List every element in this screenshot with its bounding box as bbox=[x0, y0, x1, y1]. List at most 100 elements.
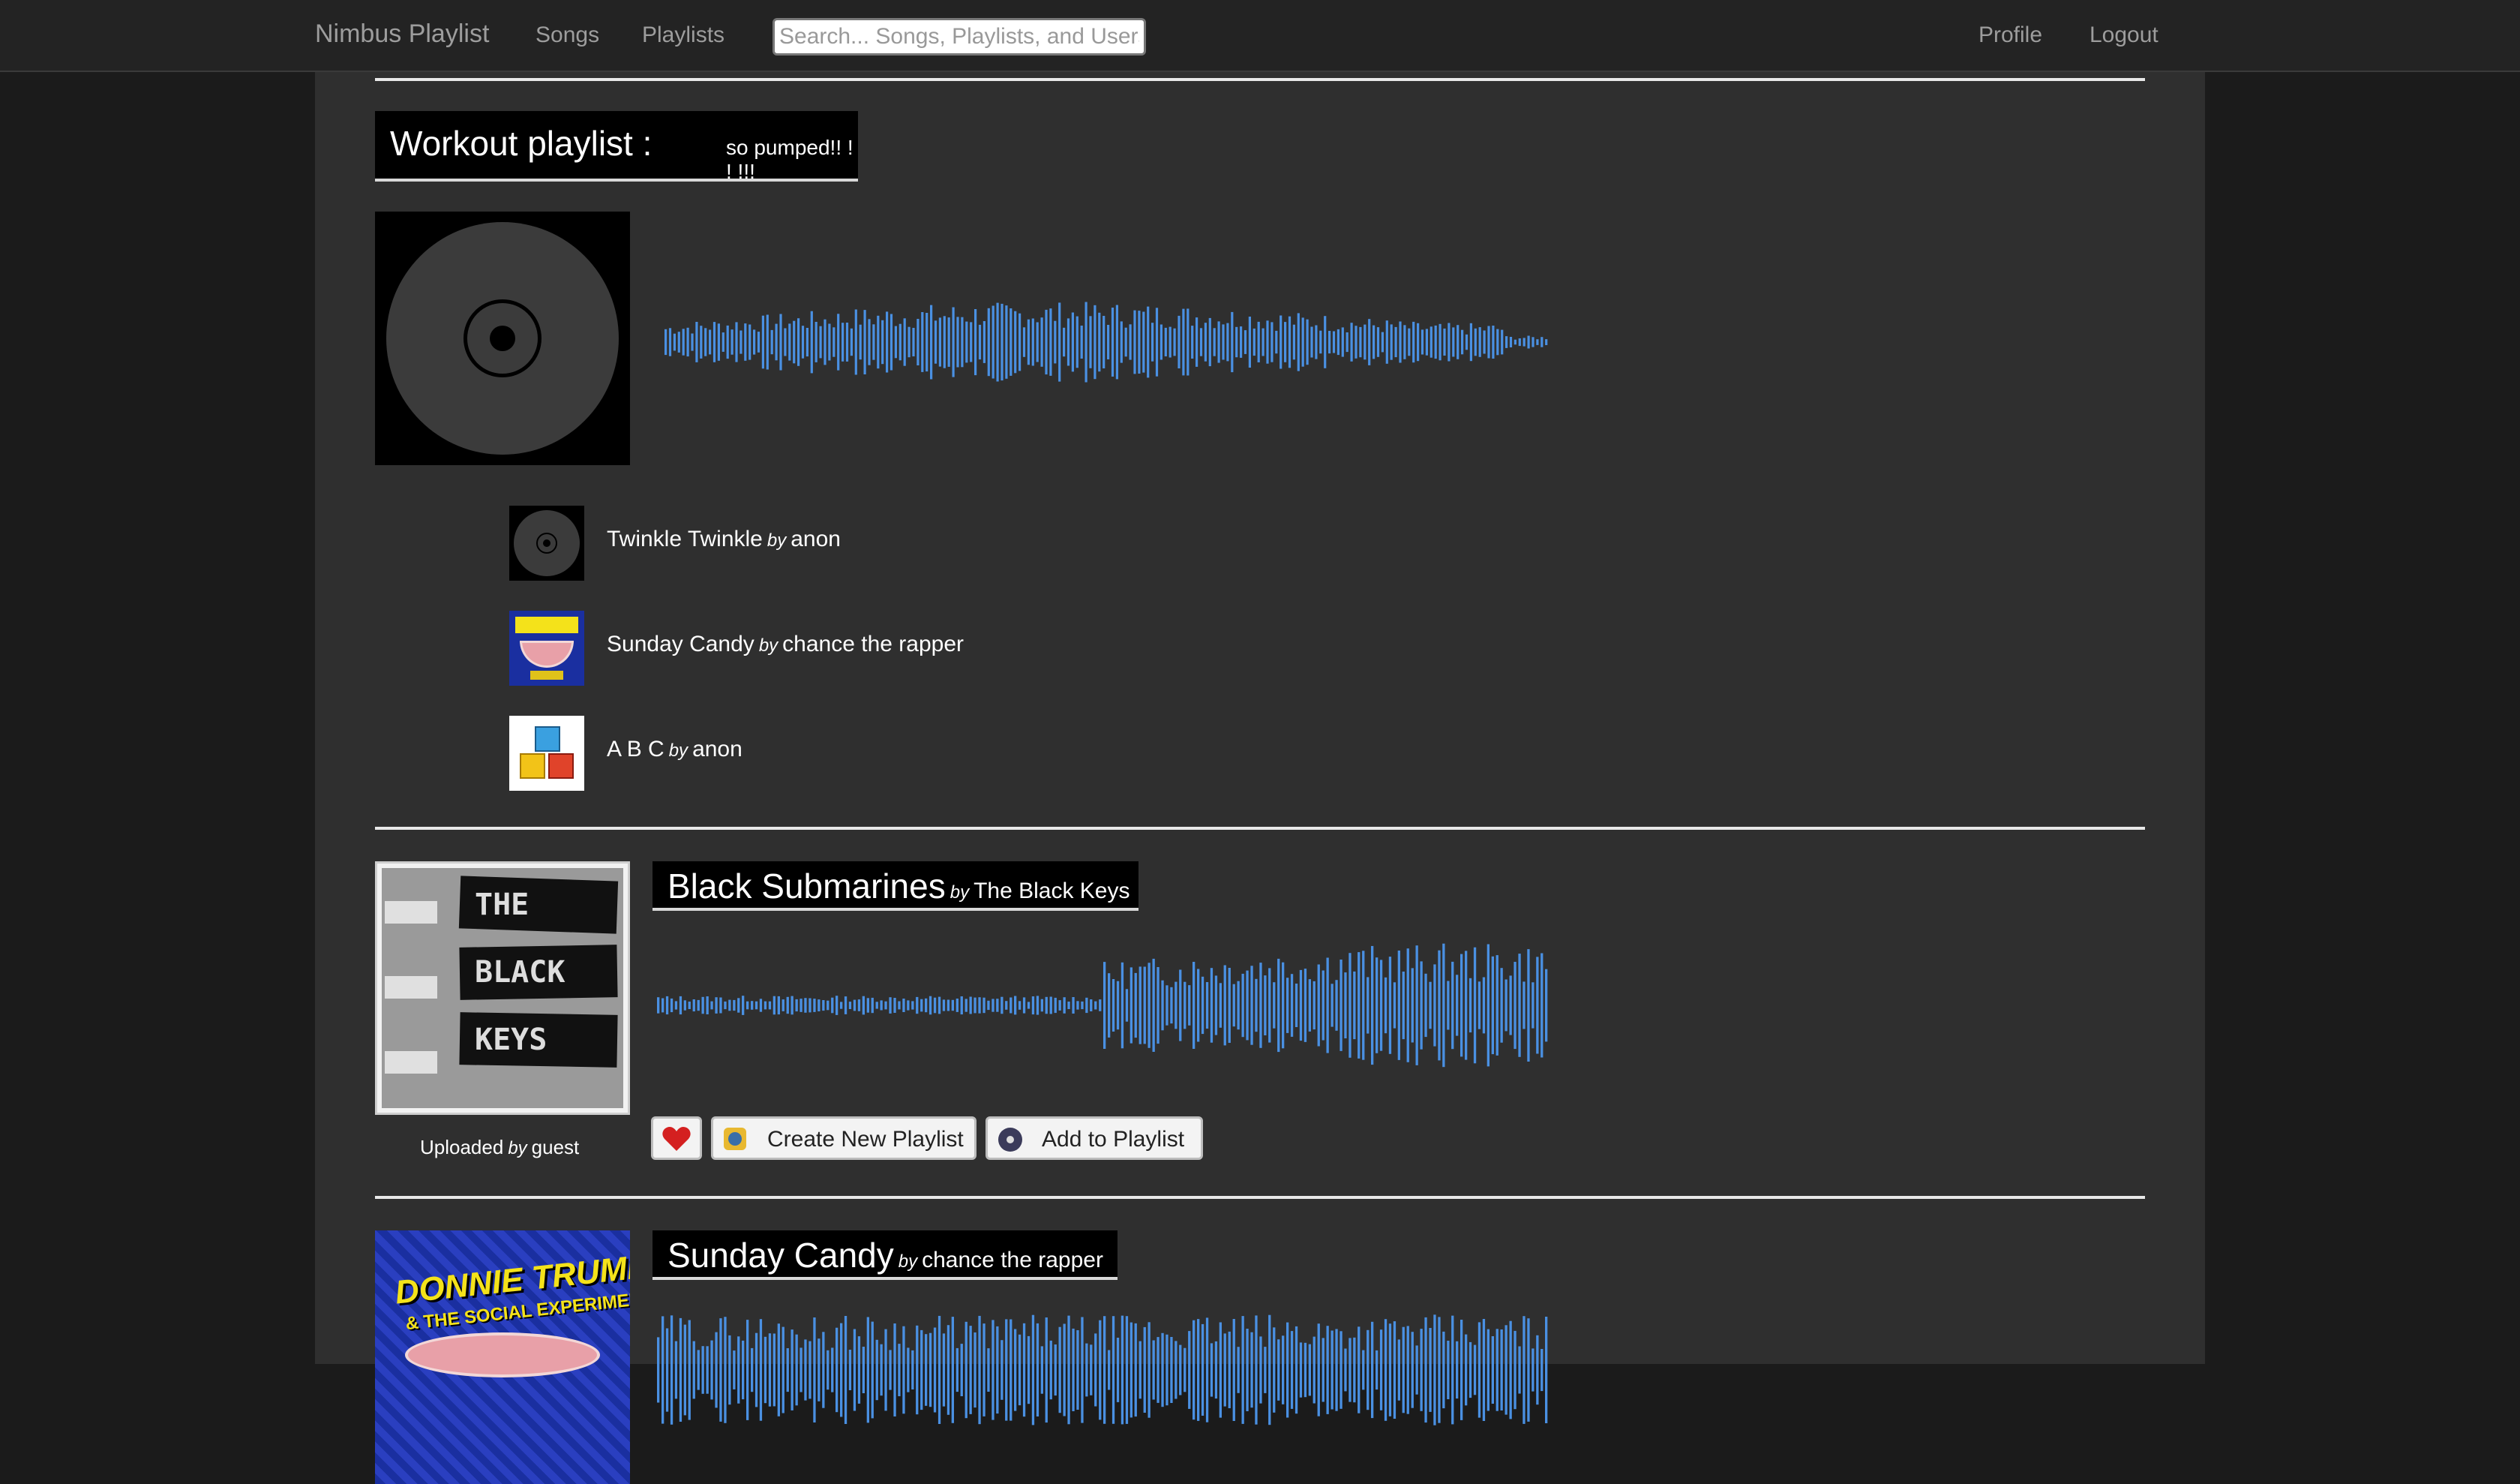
waveform-bar bbox=[790, 996, 794, 1015]
top-navbar: Nimbus Playlist Songs Playlists Profile … bbox=[0, 0, 2520, 72]
waveform-bar bbox=[952, 307, 955, 377]
search-input[interactable] bbox=[772, 18, 1146, 56]
waveform-bar bbox=[1346, 332, 1348, 353]
waveform-bar bbox=[1005, 1001, 1008, 1010]
waveform-bar bbox=[1514, 962, 1516, 1050]
waveform-bar bbox=[730, 329, 734, 355]
waveform-bar bbox=[697, 1350, 700, 1390]
track-label[interactable]: Twinkle Twinkle by anon bbox=[607, 527, 841, 552]
nav-playlists-link[interactable]: Playlists bbox=[642, 23, 724, 48]
song-waveform[interactable] bbox=[657, 1302, 1550, 1437]
song-cover[interactable]: DONNIE TRUMPET & THE SOCIAL EXPERIMENT bbox=[375, 1230, 630, 1484]
waveform-bar bbox=[1536, 957, 1539, 1054]
playlist-cover[interactable] bbox=[375, 212, 630, 465]
waveform-bar bbox=[772, 996, 776, 1015]
waveform-bar bbox=[1102, 316, 1106, 368]
waveform-bar bbox=[740, 330, 742, 354]
waveform-bar bbox=[1335, 980, 1338, 1031]
like-button[interactable] bbox=[651, 1116, 702, 1160]
waveform-bar bbox=[1018, 1334, 1022, 1406]
track-label[interactable]: Sunday Candy by chance the rapper bbox=[607, 632, 964, 657]
waveform-bar bbox=[728, 1335, 731, 1405]
waveform-bar bbox=[786, 1348, 789, 1392]
waveform-bar bbox=[704, 328, 707, 356]
waveform-bar bbox=[1134, 1323, 1137, 1417]
waveform-bar bbox=[1270, 322, 1274, 362]
waveform-bar bbox=[946, 1325, 950, 1415]
waveform-bar bbox=[1284, 322, 1287, 362]
waveform-bar bbox=[1179, 1344, 1182, 1395]
song-title[interactable]: Sunday Candy bbox=[668, 1236, 894, 1275]
waveform-bar bbox=[679, 1317, 682, 1422]
waveform-bar bbox=[1191, 326, 1194, 359]
waveform-bar bbox=[1452, 327, 1455, 357]
song-artist[interactable]: The Black Keys bbox=[974, 879, 1130, 903]
waveform-bar bbox=[850, 328, 853, 356]
waveform-bar bbox=[742, 996, 745, 1015]
waveform-bar bbox=[1486, 944, 1490, 1067]
track-label[interactable]: A B Cby anon bbox=[607, 737, 742, 762]
waveform-bar bbox=[1058, 1000, 1061, 1011]
waveform-bar bbox=[1344, 1348, 1347, 1392]
waveform-bar bbox=[804, 1339, 807, 1401]
waveform-bar bbox=[1448, 323, 1450, 362]
waveform-bar bbox=[686, 327, 689, 357]
song-waveform[interactable] bbox=[657, 938, 1550, 1073]
waveform-bar bbox=[1108, 1350, 1111, 1390]
waveform-bar bbox=[1376, 327, 1380, 357]
waveform-bar bbox=[1250, 966, 1253, 1045]
waveform-bar bbox=[938, 996, 941, 1014]
waveform-bar bbox=[1288, 316, 1292, 368]
waveform-bar bbox=[1326, 957, 1329, 1053]
main-content: Workout playlist : so pumped!! ! ! !!! T… bbox=[315, 72, 2205, 1484]
waveform-bar bbox=[1000, 996, 1004, 1014]
waveform-bar bbox=[1491, 956, 1494, 1055]
waveform-bar bbox=[1514, 339, 1516, 345]
waveform-bar bbox=[1125, 989, 1129, 1022]
waveform-bar bbox=[1160, 324, 1162, 360]
create-playlist-button[interactable]: Create New Playlist bbox=[711, 1116, 976, 1160]
waveform-bar bbox=[928, 1332, 932, 1407]
nav-logout-link[interactable]: Logout bbox=[2090, 23, 2158, 48]
song-artist[interactable]: chance the rapper bbox=[922, 1248, 1103, 1272]
waveform-bar bbox=[1174, 981, 1178, 1029]
waveform-bar bbox=[889, 997, 892, 1014]
song-title-banner: Sunday Candy by chance the rapper bbox=[652, 1230, 1118, 1280]
waveform-bar bbox=[1027, 1002, 1030, 1009]
waveform-bar bbox=[674, 1341, 678, 1399]
waveform-bar bbox=[1460, 954, 1463, 1057]
waveform-bar bbox=[1312, 1336, 1316, 1404]
waveform-bar bbox=[1509, 337, 1513, 347]
waveform-bar bbox=[1545, 339, 1548, 345]
waveform-bar bbox=[1504, 1325, 1508, 1415]
waveform-bar bbox=[1545, 1317, 1548, 1423]
waveform-bar bbox=[1040, 999, 1043, 1012]
waveform-bar bbox=[1058, 302, 1061, 382]
waveform-bar bbox=[1438, 323, 1442, 361]
uploader-link[interactable]: guest bbox=[532, 1136, 580, 1158]
waveform-bar bbox=[1366, 977, 1370, 1034]
song-cover[interactable]: THE BLACK KEYS bbox=[375, 861, 630, 1115]
song-title[interactable]: Black Submarines bbox=[668, 867, 946, 906]
waveform-bar bbox=[893, 998, 896, 1013]
waveform-bar bbox=[1306, 319, 1309, 365]
playlist-title-banner: Workout playlist : so pumped!! ! ! !!! bbox=[375, 111, 858, 183]
waveform-bar bbox=[779, 314, 782, 371]
waveform-bar bbox=[902, 999, 905, 1012]
waveform-bar bbox=[1465, 951, 1468, 1060]
waveform-bar bbox=[1143, 966, 1146, 1044]
playlist-waveform[interactable] bbox=[664, 297, 1550, 387]
nav-songs-link[interactable]: Songs bbox=[536, 23, 599, 48]
waveform-bar bbox=[1257, 321, 1260, 362]
waveform-bar bbox=[813, 999, 816, 1012]
nav-profile-link[interactable]: Profile bbox=[1978, 23, 2042, 48]
brand-link[interactable]: Nimbus Playlist bbox=[315, 20, 489, 49]
waveform-bar bbox=[1166, 985, 1168, 1026]
waveform-bar bbox=[744, 323, 747, 361]
waveform-bar bbox=[886, 311, 889, 373]
waveform-bar bbox=[1067, 1002, 1070, 1009]
add-to-playlist-button[interactable]: Add to Playlist bbox=[986, 1116, 1203, 1160]
waveform-bar bbox=[1317, 1323, 1320, 1416]
waveform-bar bbox=[1133, 310, 1136, 374]
waveform-bar bbox=[764, 1336, 767, 1404]
